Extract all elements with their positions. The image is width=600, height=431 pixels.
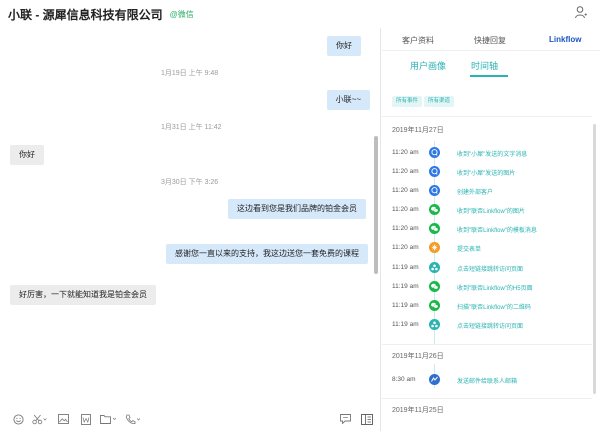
tab-linkflow[interactable]: Linkflow — [549, 35, 581, 44]
conversation-header: 小联 - 源犀信息科技有限公司 @微信 — [0, 0, 600, 28]
event-description[interactable]: 收到"小犀"发送的图片 — [457, 168, 515, 177]
event-description[interactable]: 扫描"联否Linkflow"的二维码 — [457, 302, 531, 311]
wechat-icon — [429, 300, 440, 311]
scissors-icon[interactable] — [32, 413, 48, 425]
wechat-icon — [429, 204, 440, 215]
message-bubble-incoming[interactable]: 好厉害，一下就能知道我是铂金会员 — [10, 285, 156, 305]
event-time: 11:20 am — [392, 225, 419, 232]
filter-all-events[interactable]: 所有事件 — [392, 96, 423, 107]
section-divider — [382, 398, 592, 399]
tab-quick-reply[interactable]: 快捷回复 — [474, 35, 506, 46]
user-profile-icon[interactable] — [574, 5, 588, 19]
message-bubble-outgoing[interactable]: 你好 — [327, 36, 361, 56]
chat-scrollbar[interactable] — [374, 136, 378, 274]
subtab-timeline[interactable]: 时间轴 — [471, 59, 498, 72]
app-window: 小联 - 源犀信息科技有限公司 @微信 你好 1月19日 上午 9:48 小联~… — [0, 0, 600, 431]
event-time: 8:30 am — [392, 376, 416, 383]
tab-customer-profile[interactable]: 客户资料 — [402, 35, 434, 46]
event-description[interactable]: 收到"小犀"发送的文字消息 — [457, 149, 527, 158]
wechat-icon — [429, 223, 440, 234]
event-description[interactable]: 点击短链接跳转访问页面 — [457, 321, 523, 330]
message-bubble-outgoing[interactable]: 小联~~ — [326, 90, 370, 110]
chat-bubble-icon — [429, 147, 440, 158]
mail-icon — [429, 374, 440, 385]
timeline-date: 2019年11月25日 — [392, 407, 444, 414]
chat-bubble-icon — [429, 185, 440, 196]
event-time: 11:20 am — [392, 206, 419, 213]
chat-area: 你好 1月19日 上午 9:48 小联~~ 1月31日 上午 11:42 你好 … — [0, 28, 381, 431]
panel-scrollbar[interactable] — [593, 124, 596, 394]
side-panel-icon[interactable] — [361, 413, 373, 425]
word-doc-icon[interactable] — [80, 413, 92, 425]
event-time: 11:20 am — [392, 168, 419, 175]
section-divider — [382, 344, 592, 345]
message-timestamp: 1月19日 上午 9:48 — [161, 70, 219, 77]
event-description[interactable]: 收到"联否Linkflow"的模板消息 — [457, 225, 537, 234]
active-subtab-indicator — [470, 75, 508, 77]
filter-all-channels[interactable]: 所有渠道 — [424, 96, 455, 107]
section-divider — [382, 116, 592, 117]
channel-badge: @微信 — [169, 9, 194, 19]
quick-reply-icon[interactable] — [339, 413, 351, 425]
event-description[interactable]: 提交表单 — [457, 244, 481, 253]
event-time: 11:20 am — [392, 187, 419, 194]
event-description[interactable]: 收到"联否Linkflow"的H5页面 — [457, 283, 533, 292]
event-time: 11:19 am — [392, 302, 419, 309]
form-icon — [429, 242, 440, 253]
emoji-icon[interactable] — [12, 413, 24, 425]
event-time: 11:19 am — [392, 264, 419, 271]
event-time: 11:20 am — [392, 149, 419, 156]
wechat-icon — [429, 281, 440, 292]
message-timestamp: 1月31日 上午 11:42 — [161, 124, 222, 131]
event-description[interactable]: 创建外部客户 — [457, 187, 493, 196]
event-time: 11:20 am — [392, 244, 419, 251]
link-icon — [429, 319, 440, 330]
chat-bubble-icon — [429, 166, 440, 177]
event-description[interactable]: 点击短链接跳转访问页面 — [457, 264, 523, 273]
timeline-date: 2019年11月26日 — [392, 353, 444, 360]
input-toolbar — [0, 407, 381, 431]
contact-title: 小联 - 源犀信息科技有限公司 — [8, 7, 163, 22]
event-description[interactable]: 发送邮件给联系人邮箱 — [457, 376, 517, 385]
link-icon — [429, 262, 440, 273]
folder-icon[interactable] — [100, 413, 118, 425]
message-timestamp: 3月30日 下午 3:26 — [161, 179, 219, 186]
message-bubble-incoming[interactable]: 你好 — [10, 145, 44, 165]
subtab-user-portrait[interactable]: 用户画像 — [410, 59, 446, 72]
event-time: 11:19 am — [392, 283, 419, 290]
timeline-date: 2019年11月27日 — [392, 127, 444, 134]
message-bubble-outgoing[interactable]: 这边看到您是我们品牌的铂金会员 — [228, 199, 366, 219]
message-bubble-outgoing[interactable]: 感谢您一直以来的支持，我这边送您一套免费的课程 — [166, 244, 368, 264]
customer-panel: 客户资料 快捷回复 Linkflow 用户画像 时间轴 所有事件 所有渠道 20… — [382, 28, 600, 431]
image-icon[interactable] — [57, 413, 69, 425]
event-description[interactable]: 收到"联否Linkflow"的图片 — [457, 206, 525, 215]
tab-divider — [382, 50, 600, 51]
phone-icon[interactable] — [125, 413, 141, 425]
event-time: 11:19 am — [392, 321, 419, 328]
